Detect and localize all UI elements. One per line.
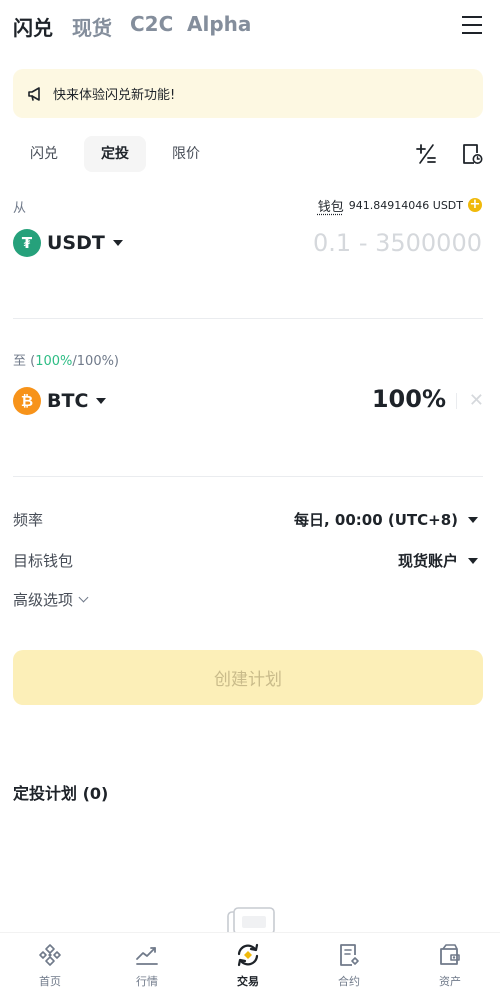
- nav-assets[interactable]: 资产: [400, 941, 500, 989]
- top-tab-spot[interactable]: 现货: [72, 12, 112, 41]
- subtab-limit[interactable]: 限价: [160, 136, 212, 172]
- divider: [456, 393, 457, 409]
- top-navigation: 闪兑 现货 C2C Alpha: [0, 0, 500, 52]
- order-history-icon[interactable]: [460, 142, 484, 166]
- advanced-options-label: 高级选项: [13, 591, 74, 609]
- banner-text: 快来体验闪兑新功能!: [53, 88, 176, 103]
- btc-logo-icon: ₿: [13, 387, 41, 415]
- from-coin-selector[interactable]: ₮ USDT: [13, 228, 123, 258]
- create-plan-button[interactable]: 创建计划: [13, 650, 483, 705]
- chevron-down-icon: [78, 592, 89, 603]
- caret-down-icon: [96, 398, 107, 404]
- divider: [13, 476, 483, 477]
- to-label-suffix: /100%): [72, 354, 120, 369]
- from-amount-input[interactable]: [242, 227, 482, 259]
- menu-icon[interactable]: [462, 16, 482, 34]
- megaphone-icon: [28, 87, 40, 101]
- frequency-value: 每日, 00:00 (UTC+8): [293, 511, 458, 529]
- wallet-balance-row: 钱包 941.84914046 USDT +: [318, 196, 482, 215]
- nav-label: 行情: [136, 975, 158, 988]
- divider: [13, 318, 483, 319]
- to-coin-name: BTC: [47, 390, 89, 412]
- nav-label: 首页: [39, 975, 61, 988]
- frequency-selector[interactable]: 每日, 00:00 (UTC+8): [294, 509, 478, 530]
- caret-down-icon: [468, 557, 478, 564]
- bottom-navigation: 首页 行情 交易 合约 资产: [0, 932, 500, 1004]
- futures-icon: [340, 944, 359, 966]
- from-coin-name: USDT: [47, 232, 105, 254]
- subtab-recurring[interactable]: 定投: [84, 136, 146, 172]
- nav-label: 交易: [237, 975, 259, 988]
- wallet-balance: 941.84914046 USDT: [348, 198, 463, 212]
- add-funds-icon[interactable]: +: [468, 198, 482, 212]
- announcement-banner[interactable]: 快来体验闪兑新功能!: [13, 69, 483, 118]
- top-tab-c2c[interactable]: C2C: [130, 12, 173, 36]
- frequency-label: 频率: [13, 511, 44, 529]
- home-icon: [39, 944, 61, 966]
- close-icon[interactable]: ✕: [469, 390, 484, 411]
- to-coin-selector[interactable]: ₿ BTC: [13, 386, 107, 416]
- top-tab-alpha[interactable]: Alpha: [187, 12, 251, 36]
- allocation-percent[interactable]: 100%: [372, 385, 446, 413]
- assets-icon: [440, 944, 460, 965]
- subtab-flash-swap[interactable]: 闪兑: [18, 136, 70, 172]
- nav-home[interactable]: 首页: [0, 941, 100, 989]
- nav-label: 资产: [439, 975, 461, 988]
- from-label: 从: [13, 201, 27, 216]
- caret-down-icon: [112, 240, 123, 246]
- target-wallet-label: 目标钱包: [13, 552, 74, 570]
- nav-futures[interactable]: 合约: [299, 941, 399, 989]
- wallet-label[interactable]: 钱包: [318, 196, 344, 215]
- nav-label: 合约: [338, 975, 360, 988]
- to-label: 至 (100%/100%): [13, 350, 119, 369]
- caret-down-icon: [468, 516, 478, 523]
- advanced-options-toggle[interactable]: 高级选项: [13, 589, 89, 610]
- nav-markets[interactable]: 行情: [97, 941, 197, 989]
- target-wallet-value: 现货账户: [397, 552, 458, 570]
- markets-icon: [136, 947, 158, 965]
- top-tab-flash-swap[interactable]: 闪兑: [13, 12, 53, 41]
- target-wallet-selector[interactable]: 现货账户: [398, 550, 478, 571]
- nav-trade[interactable]: 交易: [198, 941, 298, 989]
- to-label-percent: 100%: [35, 354, 73, 369]
- usdt-logo-icon: ₮: [13, 229, 41, 257]
- plans-title: 定投计划 (0): [13, 784, 109, 803]
- plus-minus-icon[interactable]: [414, 142, 438, 166]
- to-label-prefix: 至 (: [13, 354, 36, 369]
- trade-icon: [237, 943, 259, 967]
